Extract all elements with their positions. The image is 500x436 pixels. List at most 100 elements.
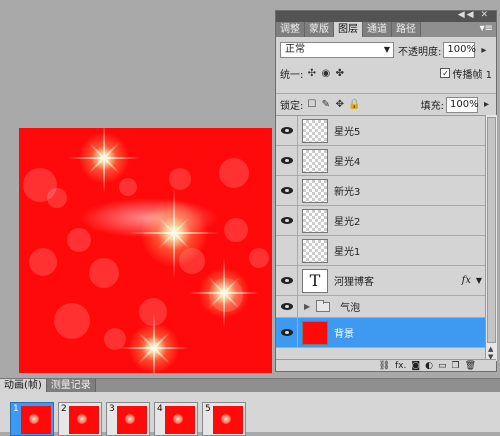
trash-icon[interactable]: 🗑 (465, 361, 476, 371)
layer-name: 星光5 (334, 127, 361, 138)
visibility-toggle[interactable] (276, 318, 298, 347)
panel-titlebar[interactable]: ◀◀ ✕ (276, 10, 496, 22)
add-mask-icon[interactable]: ◙ (411, 361, 420, 371)
starlight (119, 313, 189, 373)
starlight (69, 128, 139, 193)
collapse-icon[interactable]: ◀◀ ✕ (458, 10, 490, 20)
bubble (67, 228, 91, 252)
layer-row[interactable]: 星光1 (276, 236, 485, 266)
frame-number: 1 (13, 404, 19, 414)
link-layers-icon[interactable]: ⛓ (379, 361, 390, 371)
fill-label: 填充: (420, 101, 444, 112)
layer-row[interactable]: T 河狸博客 fx ▼ (276, 266, 485, 296)
animation-frame[interactable]: 1 (10, 402, 54, 436)
folder-icon (316, 299, 331, 312)
visibility-toggle[interactable] (276, 236, 298, 265)
layer-thumbnail (302, 320, 328, 345)
layer-thumbnail (302, 238, 328, 263)
chevron-right-icon[interactable]: ▸ (481, 99, 492, 110)
visibility-toggle[interactable] (276, 206, 298, 235)
opacity-field[interactable]: 100% (443, 42, 476, 58)
unify-row: 统一: ✣ ◉ ✤ ✓ 传播帧 1 (276, 63, 496, 83)
bubble (219, 158, 249, 188)
fx-icon[interactable]: fx (462, 275, 471, 286)
layer-thumbnail (302, 208, 328, 233)
document-canvas[interactable] (19, 128, 272, 373)
frame-number: 3 (109, 404, 115, 414)
blend-row: 正常 ▼ 不透明度: 100% ▸ (276, 39, 496, 61)
unify-position-icon[interactable]: ✣ (306, 68, 317, 79)
layer-row[interactable]: 新光3 (276, 176, 485, 206)
adjustment-layer-icon[interactable]: ◐ (425, 361, 433, 371)
frame-thumbnail (69, 406, 99, 434)
layer-name: 新光3 (334, 187, 361, 198)
propagate-label: 传播帧 1 (452, 69, 492, 81)
eye-icon (280, 157, 293, 164)
new-group-icon[interactable]: ▭ (438, 361, 447, 371)
fill-field[interactable]: 100% (446, 96, 479, 113)
lock-row: 锁定: ☐ ✎ ✥ 🔒 填充: 100% ▸ (276, 93, 496, 115)
panel-bottom-toolbar: ⛓ fx. ◙ ◐ ▭ ❐ 🗑 (276, 359, 496, 371)
frame-number: 2 (61, 404, 67, 414)
chevron-down-icon: ▼ (383, 45, 390, 54)
frame-number: 4 (157, 404, 163, 414)
frame-strip: 1 2 3 4 5 (0, 392, 500, 436)
new-layer-icon[interactable]: ❐ (451, 361, 459, 371)
tab-channels[interactable]: 通道 (363, 22, 392, 37)
visibility-toggle[interactable] (276, 146, 298, 175)
text-layer-icon: T (302, 268, 328, 293)
eye-icon (280, 303, 293, 310)
visibility-toggle[interactable] (276, 116, 298, 145)
layer-thumbnail (302, 148, 328, 173)
layer-row-selected[interactable]: 背景 (276, 318, 485, 348)
lock-transparency-icon[interactable]: ☐ (306, 99, 317, 110)
tab-measurement-log[interactable]: 测量记录 (46, 379, 96, 392)
propagate-checkbox[interactable]: ✓ (440, 68, 451, 78)
expand-arrow-icon[interactable]: ▶ (304, 302, 310, 311)
bubble (89, 258, 119, 288)
animation-frame[interactable]: 5 (202, 402, 246, 436)
fx-add-icon[interactable]: fx. (395, 361, 406, 371)
unify-visibility-icon[interactable]: ◉ (320, 68, 331, 79)
chevron-right-icon[interactable]: ▸ (478, 45, 489, 56)
tab-masks[interactable]: 蒙版 (305, 22, 334, 37)
lock-label: 锁定: (280, 101, 304, 112)
animation-frame[interactable]: 2 (58, 402, 102, 436)
unify-label: 统一: (280, 69, 304, 81)
tab-paths[interactable]: 路径 (392, 22, 421, 37)
frame-thumbnail (117, 406, 147, 434)
eye-icon (280, 187, 293, 194)
layer-group-row[interactable]: ▶ 气泡 (276, 296, 485, 318)
tab-animation-frames[interactable]: 动画(帧) (0, 379, 47, 392)
animation-frame[interactable]: 3 (106, 402, 150, 436)
layer-list-scrollbar[interactable]: ▲ ▼ (485, 115, 497, 361)
tab-layers[interactable]: 图层 (334, 22, 363, 37)
panel-menu-icon[interactable]: ▾≡ (480, 23, 493, 34)
layer-name: 气泡 (340, 303, 361, 314)
eye-icon (280, 127, 293, 134)
unify-style-icon[interactable]: ✤ (334, 68, 345, 79)
visibility-toggle[interactable] (276, 176, 298, 205)
layer-row[interactable]: 星光2 (276, 206, 485, 236)
frame-number: 5 (205, 404, 211, 414)
lock-pixels-icon[interactable]: ✎ (320, 99, 331, 110)
starlight (189, 258, 259, 328)
layer-row[interactable]: 星光5 (276, 116, 485, 146)
lock-position-icon[interactable]: ✥ (334, 99, 345, 110)
tab-adjustments[interactable]: 调整 (276, 22, 305, 37)
layer-row[interactable]: 星光4 (276, 146, 485, 176)
blend-mode-select[interactable]: 正常 ▼ (280, 42, 394, 58)
animation-frame[interactable]: 4 (154, 402, 198, 436)
starlight (129, 188, 219, 278)
lock-all-icon[interactable]: 🔒 (348, 99, 360, 110)
frame-thumbnail (165, 406, 195, 434)
scrollbar-thumb[interactable] (487, 117, 496, 343)
bubble (224, 218, 248, 242)
visibility-toggle[interactable] (276, 266, 298, 295)
scroll-up-icon[interactable]: ▲ (488, 345, 493, 353)
animation-tabs: 动画(帧) 测量记录 (0, 379, 500, 392)
visibility-toggle[interactable] (276, 296, 298, 317)
layer-name: 星光4 (334, 157, 361, 168)
bubble (47, 188, 67, 208)
chevron-down-icon[interactable]: ▼ (476, 276, 482, 285)
